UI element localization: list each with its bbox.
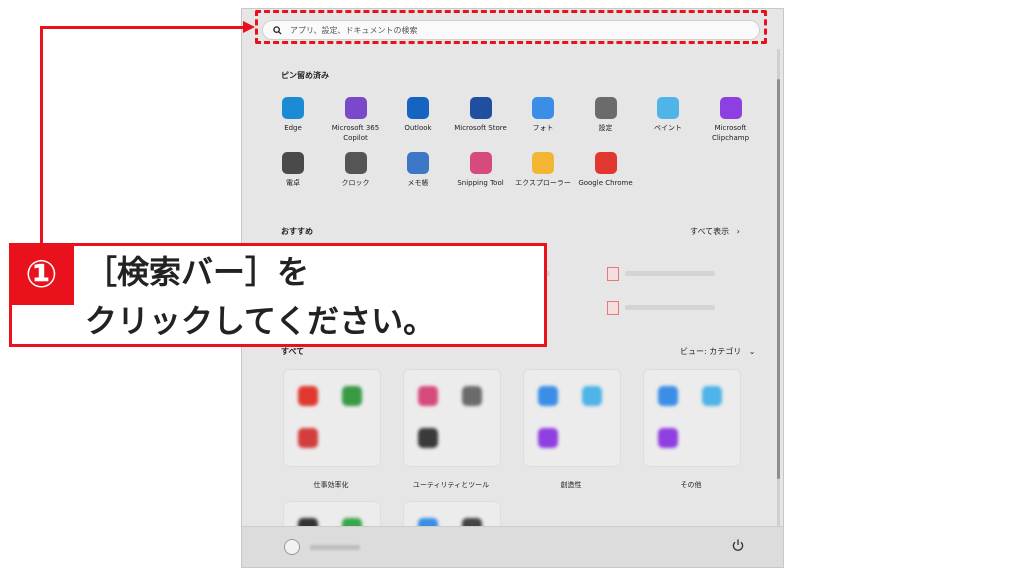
- show-all-button[interactable]: すべて表示 ›: [690, 226, 740, 237]
- pinned-app-m365-copilot[interactable]: Microsoft 365 Copilot: [325, 97, 387, 143]
- outlook-icon: [407, 97, 429, 119]
- instruction-line-2: クリックしてください。: [85, 302, 436, 340]
- category-label: その他: [680, 481, 702, 489]
- calculator-icon: [282, 152, 304, 174]
- pinned-title: ピン留め済み: [281, 71, 329, 80]
- category-label: 仕事効率化: [313, 481, 349, 489]
- category-folder[interactable]: [403, 369, 501, 467]
- category-folder[interactable]: [283, 369, 381, 467]
- list-item[interactable]: [607, 297, 715, 316]
- pinned-app-settings-gear[interactable]: 設定: [575, 97, 637, 133]
- recommended-title: おすすめ: [281, 227, 313, 236]
- store-icon: [469, 97, 492, 119]
- pinned-app-photos[interactable]: フォト: [512, 97, 574, 133]
- pinned-app-label: 電卓: [286, 179, 300, 187]
- m365-copilot-icon: [344, 97, 367, 119]
- chrome-icon: [594, 152, 617, 174]
- pinned-app-snipping-tool[interactable]: Snipping Tool: [450, 152, 512, 188]
- pinned-app-label: フォト: [532, 124, 554, 132]
- pinned-app-clock[interactable]: クロック: [325, 152, 387, 188]
- pinned-app-paint[interactable]: ペイント: [637, 97, 699, 133]
- start-footer: [242, 526, 783, 567]
- notepad-icon: [407, 152, 429, 174]
- pinned-app-label: Microsoft Clipchamp: [711, 124, 750, 142]
- pinned-app-label: Edge: [284, 124, 302, 132]
- category-folder[interactable]: [523, 369, 621, 467]
- pinned-app-label: クロック: [341, 179, 370, 187]
- view-label: ビュー: カテゴリ: [680, 347, 742, 356]
- file-explorer-icon: [532, 152, 554, 174]
- pinned-app-store[interactable]: Microsoft Store: [450, 97, 512, 133]
- view-dropdown[interactable]: ビュー: カテゴリ ⌄: [680, 346, 756, 357]
- pinned-app-file-explorer[interactable]: エクスプローラー: [512, 152, 574, 188]
- step-number-badge: ①: [9, 243, 74, 305]
- pinned-app-label: メモ帳: [407, 179, 429, 187]
- power-icon[interactable]: [731, 538, 745, 552]
- clock-icon: [344, 152, 367, 174]
- pinned-app-label: Microsoft 365 Copilot: [331, 124, 380, 142]
- user-name[interactable]: [310, 545, 360, 550]
- all-apps-title: すべて: [281, 347, 305, 356]
- edge-icon: [282, 97, 304, 119]
- pinned-app-label: 設定: [598, 124, 613, 132]
- pointer-line-horizontal: [40, 26, 245, 29]
- scrollbar-thumb[interactable]: [777, 79, 780, 479]
- pinned-app-notepad[interactable]: メモ帳: [387, 152, 449, 188]
- category-label: ユーティリティとツール: [412, 481, 490, 489]
- paint-icon: [657, 97, 679, 119]
- photos-icon: [532, 97, 554, 119]
- step-number: ①: [25, 252, 58, 296]
- pinned-app-label: Outlook: [404, 124, 432, 132]
- instruction-line-1: ［検索バー］を: [85, 253, 310, 291]
- pinned-app-outlook[interactable]: Outlook: [387, 97, 449, 133]
- clipchamp-icon: [719, 97, 742, 119]
- pointer-line-vertical: [40, 27, 43, 243]
- pinned-app-label: エクスプローラー: [515, 179, 571, 187]
- pinned-app-chrome[interactable]: Google Chrome: [575, 152, 637, 188]
- pinned-app-label: ペイント: [654, 124, 682, 132]
- pinned-app-clipchamp[interactable]: Microsoft Clipchamp: [700, 97, 762, 143]
- scrollbar[interactable]: [777, 49, 780, 527]
- chevron-down-icon: ⌄: [748, 347, 756, 356]
- pinned-app-calculator[interactable]: 電卓: [262, 152, 324, 188]
- pinned-app-edge[interactable]: Edge: [262, 97, 324, 133]
- pinned-app-label: Google Chrome: [578, 179, 633, 187]
- settings-gear-icon: [594, 97, 617, 119]
- pinned-app-label: Snipping Tool: [457, 179, 504, 187]
- list-item[interactable]: [607, 263, 715, 282]
- show-all-label: すべて表示: [690, 227, 730, 236]
- category-label: 創造性: [560, 481, 582, 489]
- pinned-app-label: Microsoft Store: [454, 124, 507, 132]
- arrow-right-icon: [243, 21, 255, 33]
- search-highlight-box: [255, 10, 767, 44]
- avatar[interactable]: [284, 539, 300, 555]
- snipping-tool-icon: [469, 152, 492, 174]
- chevron-right-icon: ›: [736, 227, 740, 236]
- category-folder[interactable]: [643, 369, 741, 467]
